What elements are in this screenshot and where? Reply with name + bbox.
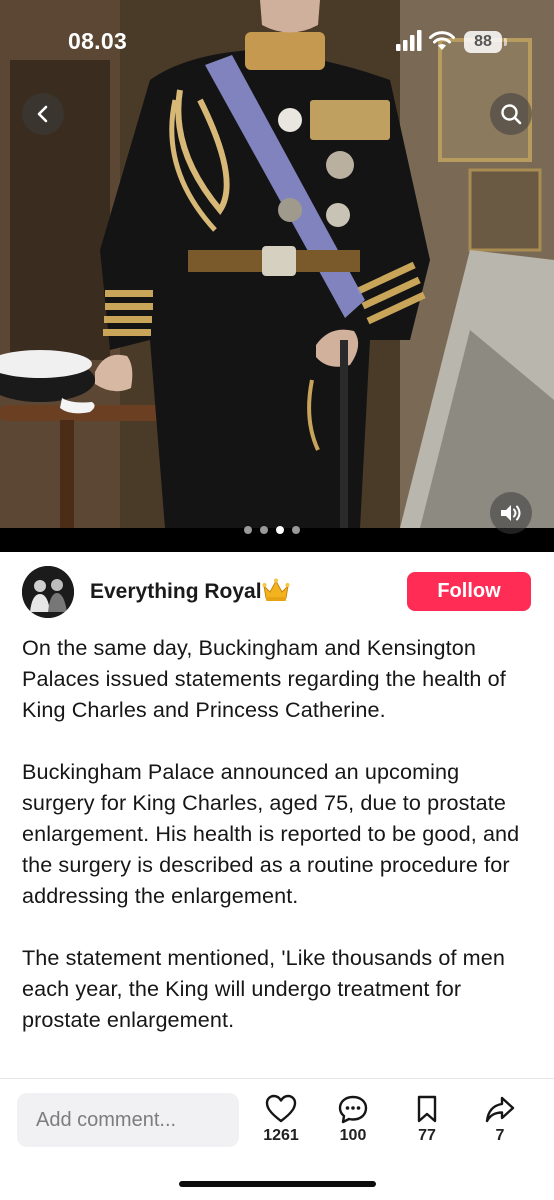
like-button[interactable]: 1261 — [251, 1094, 311, 1154]
bottom-bar-divider — [0, 1078, 554, 1079]
status-time: 08.03 — [68, 28, 128, 54]
heart-icon — [265, 1094, 297, 1123]
battery-cap — [504, 38, 507, 46]
crown-icon — [262, 578, 290, 601]
caption-paragraph: The statement mentioned, 'Like thousands… — [22, 945, 505, 1032]
carousel-dot[interactable] — [292, 526, 300, 534]
status-icons: 88 — [396, 30, 512, 54]
caption-paragraph: Buckingham Palace announced an upcoming … — [22, 759, 520, 908]
sound-toggle-button[interactable] — [490, 492, 532, 534]
back-button[interactable] — [22, 93, 64, 135]
search-icon — [501, 104, 522, 125]
post-caption: On the same day, Buckingham and Kensingt… — [22, 632, 534, 1072]
caption-paragraph: On the same day, Buckingham and Kensingt… — [22, 635, 506, 722]
avatar[interactable] — [22, 566, 74, 618]
save-button[interactable]: 77 — [397, 1094, 457, 1154]
share-button[interactable]: 7 — [470, 1094, 530, 1154]
author-name[interactable]: Everything Royal — [90, 580, 262, 604]
carousel-dot[interactable] — [244, 526, 252, 534]
search-button[interactable] — [490, 93, 532, 135]
share-count: 7 — [495, 1127, 505, 1144]
back-arrow-icon — [37, 105, 48, 123]
signal-icon — [396, 30, 422, 51]
sound-icon — [501, 505, 521, 521]
follow-button[interactable]: Follow — [407, 572, 531, 611]
battery-indicator: 88 — [464, 31, 502, 53]
comment-count: 100 — [339, 1127, 367, 1144]
comment-input[interactable]: Add comment... — [17, 1093, 239, 1147]
avatar-image — [22, 566, 74, 618]
carousel-dot-active[interactable] — [276, 526, 284, 534]
bookmark-icon — [417, 1095, 437, 1123]
like-count: 1261 — [263, 1127, 299, 1144]
author-row: Everything Royal Follow — [0, 552, 554, 630]
comment-icon — [338, 1095, 368, 1124]
carousel-dot[interactable] — [260, 526, 268, 534]
home-indicator[interactable] — [179, 1181, 376, 1187]
status-bar: 08.03 88 — [0, 0, 554, 80]
wifi-icon — [429, 31, 455, 50]
save-count: 77 — [418, 1127, 436, 1144]
share-icon — [485, 1096, 515, 1123]
comment-button[interactable]: 100 — [323, 1094, 383, 1154]
carousel-indicator — [244, 526, 300, 534]
